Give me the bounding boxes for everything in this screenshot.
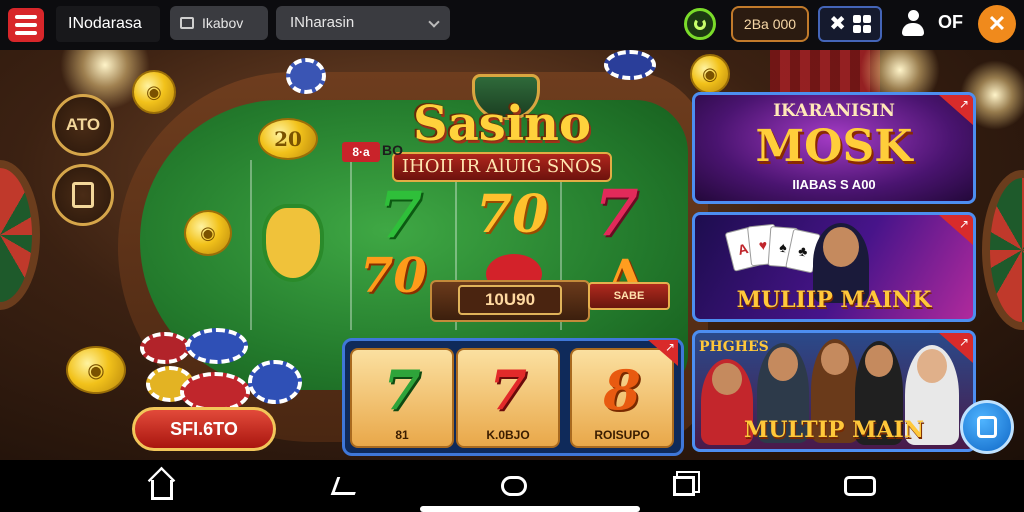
user-label[interactable]: OF bbox=[938, 12, 963, 33]
place-bet-button[interactable]: SFI.6TO bbox=[132, 407, 276, 451]
felt-line bbox=[250, 160, 252, 330]
roulette-wheel-decoration bbox=[0, 160, 40, 310]
chevron-down-icon bbox=[428, 16, 440, 28]
system-nav-bar bbox=[0, 460, 1024, 512]
history-button[interactable] bbox=[52, 164, 114, 226]
promo-subtitle: PHGHES bbox=[699, 339, 769, 355]
gold-coin: ◉ bbox=[184, 210, 232, 256]
round-menu-button[interactable]: ATO bbox=[52, 94, 114, 156]
poker-chip bbox=[140, 332, 190, 364]
promo-card-mosk[interactable]: ↗ IKARANISIN MOSK IIABAS S A00 bbox=[692, 92, 976, 204]
tab-button[interactable]: Ikabov bbox=[170, 6, 268, 40]
felt-symbol: 7 bbox=[378, 178, 423, 253]
slot-symbol: 7 bbox=[383, 358, 421, 422]
share-button[interactable] bbox=[960, 400, 1014, 454]
slot-symbol: 8 bbox=[603, 358, 641, 422]
round-button-label: ATO bbox=[65, 115, 101, 134]
corner-badge-icon: ↗ bbox=[939, 215, 973, 245]
slot-label: 81 bbox=[395, 428, 409, 442]
felt-line bbox=[350, 160, 352, 330]
refresh-button[interactable] bbox=[684, 8, 716, 40]
home-indicator bbox=[420, 506, 640, 512]
poker-chip bbox=[286, 58, 326, 94]
mini-banner: SABE bbox=[588, 282, 670, 310]
money-bag-icon bbox=[262, 204, 324, 282]
home-icon bbox=[151, 480, 173, 500]
slot-label: K.0BJO bbox=[486, 428, 530, 442]
circle-icon bbox=[501, 476, 527, 496]
felt-symbol: 7 bbox=[594, 176, 639, 251]
balance-display[interactable]: 2Ba 000 bbox=[731, 6, 809, 42]
user-icon[interactable] bbox=[900, 10, 926, 38]
window-icon bbox=[180, 17, 194, 29]
logo-title: Sasino bbox=[413, 96, 591, 152]
table-tag: 8·a bbox=[342, 142, 380, 162]
close-tools-button[interactable]: ✕ bbox=[978, 5, 1016, 43]
back-icon bbox=[330, 477, 362, 495]
ticket-button[interactable] bbox=[842, 472, 878, 500]
tools-button[interactable]: ✖ bbox=[818, 6, 882, 42]
select-value: INharasin bbox=[290, 14, 355, 31]
coin-value: 20 bbox=[274, 127, 302, 151]
share-icon bbox=[977, 416, 997, 438]
promo-card-players[interactable]: ↗ PHGHES MULTIP MAIN bbox=[692, 330, 976, 452]
slot-label: ROISUPO bbox=[594, 428, 650, 442]
ticket-icon bbox=[844, 476, 876, 496]
logo-ribbon: IHOII IR AlUIG SNOS bbox=[392, 152, 612, 182]
document-icon bbox=[72, 182, 94, 208]
promo-title: MULIIP MAINK bbox=[736, 287, 932, 313]
slot-card[interactable]: 7 K.0BJO bbox=[456, 348, 560, 448]
refresh-icon bbox=[694, 18, 706, 30]
promo-subtitle: IKARANISIN bbox=[773, 101, 895, 121]
gold-coin: ◉ bbox=[690, 54, 730, 94]
region-select[interactable]: INharasin bbox=[276, 6, 450, 40]
recents-button[interactable] bbox=[666, 472, 702, 500]
promo-title: MOSK bbox=[755, 121, 913, 172]
felt-symbol: 70 bbox=[360, 248, 427, 304]
promo-title: MULTIP MAIN bbox=[744, 417, 924, 443]
recents-icon bbox=[673, 476, 695, 496]
poker-chip bbox=[186, 328, 248, 364]
back-button[interactable] bbox=[328, 472, 364, 500]
gold-coin: ◉ bbox=[132, 70, 176, 114]
slot-card[interactable]: 8 ROISUPO bbox=[570, 348, 674, 448]
game-logo: Sasino IHOII IR AlUIG SNOS bbox=[392, 74, 612, 184]
home-button[interactable] bbox=[144, 472, 180, 500]
poker-chip bbox=[248, 360, 302, 404]
overview-button[interactable] bbox=[496, 472, 532, 500]
slot-card[interactable]: 7 81 bbox=[350, 348, 454, 448]
gold-coin: 20 bbox=[258, 118, 318, 160]
poker-chip bbox=[180, 372, 250, 412]
felt-symbol: 70 bbox=[476, 184, 549, 245]
roulette-wheel-decoration bbox=[982, 170, 1024, 330]
gold-coin: ◉ bbox=[66, 346, 126, 394]
game-lobby: ATO ◉ 20 ◉ ◉ ◉ Sasino IHOII IR AlUIG SNO… bbox=[0, 50, 1024, 460]
slot-symbol: 7 bbox=[489, 358, 527, 422]
brand-name: INodarasa bbox=[56, 6, 160, 42]
tab-label: Ikabov bbox=[202, 15, 244, 31]
tools-icon: ✖ bbox=[829, 13, 847, 35]
app-menu-icon[interactable] bbox=[8, 8, 44, 42]
bet-amount[interactable]: 10U90 bbox=[458, 285, 562, 315]
close-icon: ✕ bbox=[987, 11, 1007, 36]
promo-card-poker[interactable]: ↗ A ♥ ♠ ♣ MULIIP MAINK bbox=[692, 212, 976, 322]
promo-caption: IIABAS S A00 bbox=[792, 177, 876, 192]
top-bar: INodarasa Ikabov INharasin 2Ba 000 ✖ OF … bbox=[0, 0, 1024, 50]
grid-icon bbox=[852, 15, 871, 33]
table-tag-text: BO bbox=[382, 142, 403, 158]
